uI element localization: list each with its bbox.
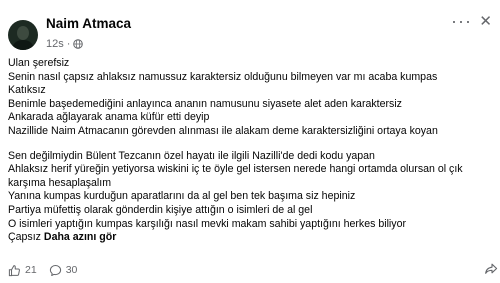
author-name[interactable]: Naim Atmaca <box>46 16 131 31</box>
globe-icon <box>73 39 84 49</box>
text-line: Ahlaksız herif yüreğin yetiyorsa wiskini… <box>8 163 463 189</box>
text-line: Partiya müfettiş olarak gönderdin kişiye… <box>8 203 313 216</box>
post-header: Naim Atmaca 12s · ··· ✕ <box>8 6 492 54</box>
more-options-icon[interactable]: ··· <box>451 12 472 30</box>
facebook-post: Naim Atmaca 12s · ··· ✕ Ulan şerefsiz Se… <box>0 0 500 283</box>
meta-separator: · <box>66 38 71 50</box>
reactions-bar: 21 30 <box>8 262 77 278</box>
text-line: Nazillide Naim Atmacanın görevden alınma… <box>8 124 438 137</box>
text-line: Ulan şerefsiz <box>8 57 70 69</box>
text-line-last: Çapsız Daha azını gör <box>8 231 492 245</box>
avatar[interactable] <box>8 20 38 50</box>
share-icon[interactable] <box>484 262 498 276</box>
last-line-text: Çapsız <box>8 231 44 244</box>
close-icon[interactable]: ✕ <box>479 12 492 30</box>
like-icon[interactable] <box>8 264 21 277</box>
post-text: Ulan şerefsiz Senin nasıl çapsız ahlaksı… <box>8 57 492 256</box>
text-line: Sen değilmiydin Bülent Tezcanın özel hay… <box>8 149 375 162</box>
post-time[interactable]: 12s <box>46 38 64 50</box>
text-line: O isimleri yaptığın kumpas karşılığı nas… <box>8 217 407 230</box>
avatar-body <box>12 40 34 50</box>
paragraph-1: Ulan şerefsiz Senin nasıl çapsız ahlaksı… <box>8 57 492 139</box>
see-less-link[interactable]: Daha azını gör <box>44 231 116 243</box>
avatar-face <box>17 26 29 40</box>
text-line: Benimle başedemediğini anlayınca ananın … <box>8 97 402 110</box>
text-line: Ankarada ağlayarak anama küfür etti deyi… <box>8 111 210 124</box>
post-meta: 12s · <box>46 38 84 50</box>
text-line: Katıksız <box>8 84 46 97</box>
paragraph-2: Sen değilmiydin Bülent Tezcanın özel hay… <box>8 150 492 245</box>
text-line: Senin nasıl çapsız ahlaksız namussuz kar… <box>8 70 438 83</box>
reactions-count[interactable]: 21 <box>25 264 37 276</box>
comments-count[interactable]: 30 <box>66 264 78 276</box>
comment-icon[interactable] <box>49 264 62 277</box>
text-line: Yanına kumpas kurduğun aparatlarını da a… <box>8 190 356 203</box>
